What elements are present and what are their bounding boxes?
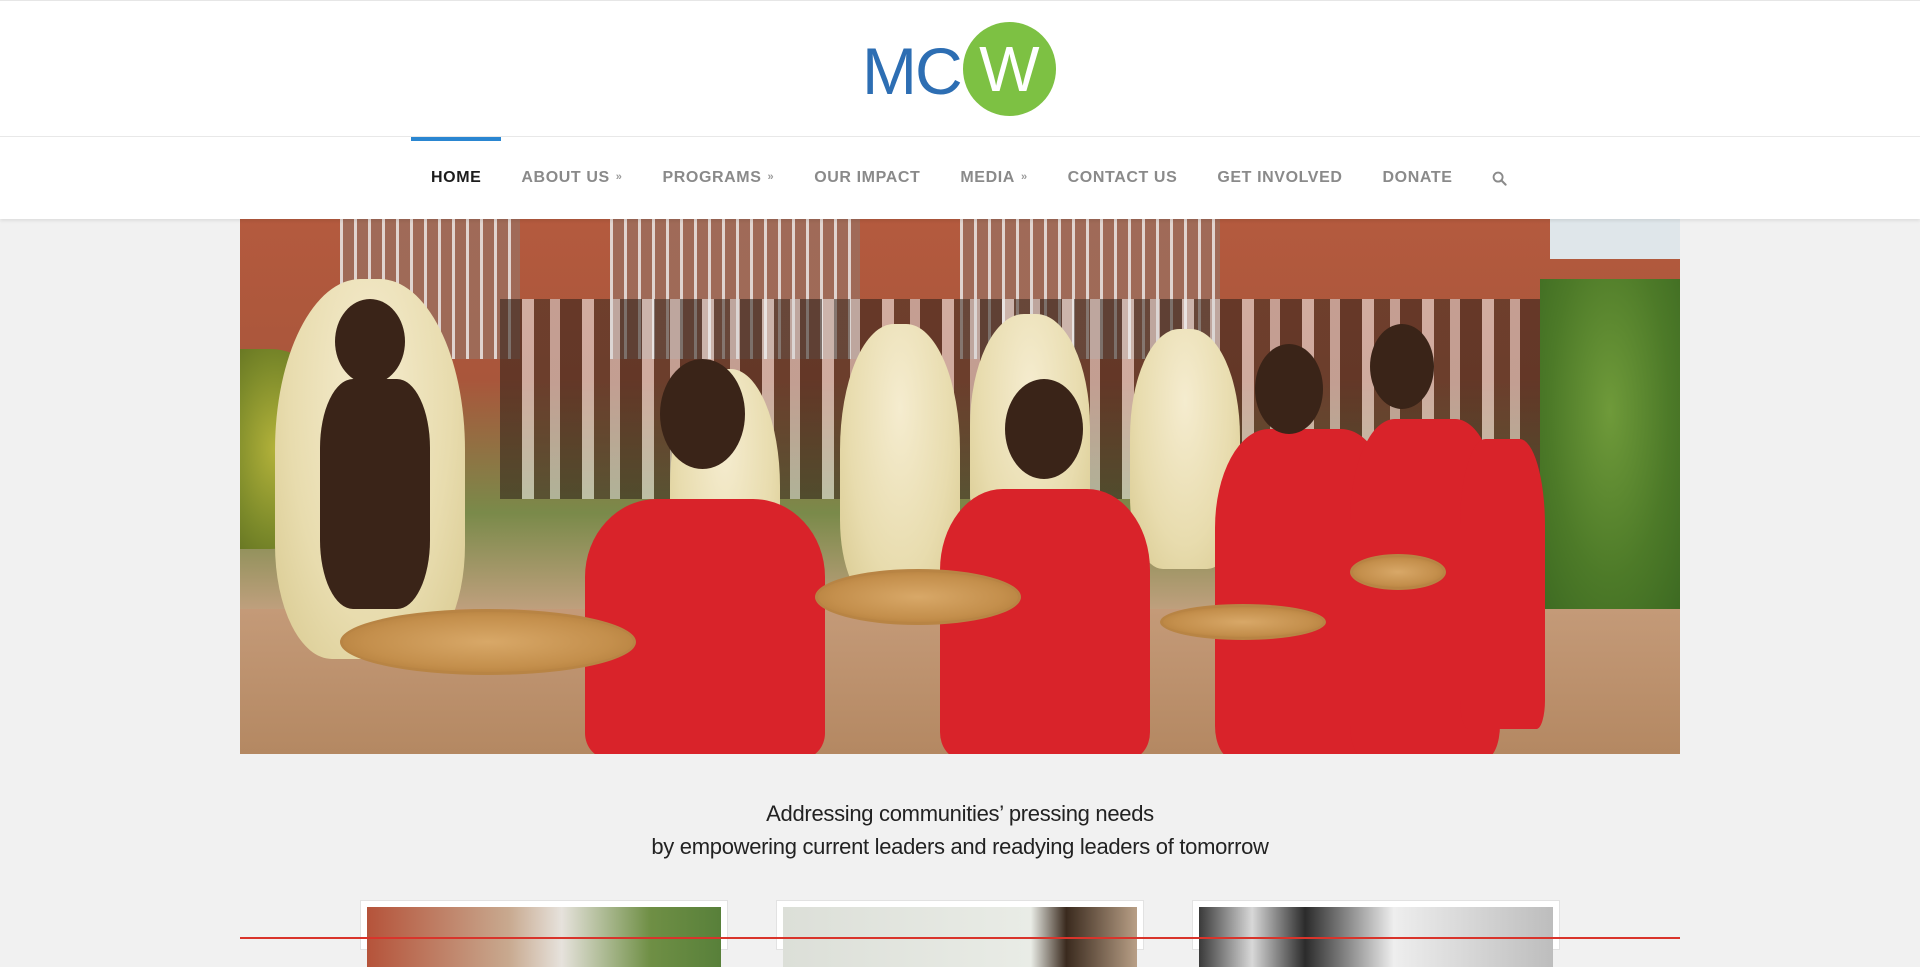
woven-basket (815, 569, 1021, 625)
nav-item-label: ABOUT US (521, 169, 610, 186)
tagline-line-2: by empowering current leaders and readyi… (651, 834, 1269, 859)
nav-item-programs[interactable]: PROGRAMS » (642, 137, 794, 219)
program-card[interactable] (360, 900, 728, 967)
nav-menu: HOME ABOUT US » PROGRAMS » OUR IMPACT ME… (411, 137, 1527, 219)
dancer-dress (585, 499, 825, 754)
tagline: Addressing communities’ pressing needs b… (0, 797, 1920, 863)
site-logo[interactable]: MC W (862, 21, 1056, 117)
nav-item-home[interactable]: HOME (411, 137, 502, 219)
dancer-face (660, 359, 745, 469)
hero-sky (1550, 219, 1680, 259)
woven-basket (1350, 554, 1446, 590)
dancer-dress (940, 489, 1150, 754)
dancer-face (1005, 379, 1083, 479)
nav-item-label: OUR IMPACT (814, 169, 921, 186)
nav-item-label: HOME (431, 169, 482, 186)
hero-image (240, 219, 1680, 754)
dancer-face (1255, 344, 1323, 434)
program-card[interactable] (1192, 900, 1560, 967)
hero-foliage (1540, 279, 1680, 609)
dancer-face (335, 299, 405, 384)
logo-w-circle: W (962, 22, 1056, 116)
dancer-face (1370, 324, 1434, 409)
woven-basket (1160, 604, 1326, 640)
nav-item-about-us[interactable]: ABOUT US » (501, 137, 642, 219)
nav-item-label: DONATE (1382, 169, 1453, 186)
site-header: MC W (0, 0, 1920, 137)
search-icon[interactable] (1472, 137, 1527, 219)
nav-item-label: PROGRAMS (662, 169, 762, 186)
nav-item-get-involved[interactable]: GET INVOLVED (1197, 137, 1362, 219)
dancer-body (320, 379, 430, 609)
nav-item-label: GET INVOLVED (1217, 169, 1343, 186)
double-chevron-down-icon: » (1020, 171, 1028, 183)
main-navigation: HOME ABOUT US » PROGRAMS » OUR IMPACT ME… (0, 137, 1920, 219)
nav-item-label: CONTACT US (1067, 169, 1178, 186)
logo-w-text: W (979, 33, 1040, 105)
search-icon-glyph (1493, 171, 1508, 186)
nav-item-label: MEDIA (960, 169, 1015, 186)
nav-item-our-impact[interactable]: OUR IMPACT (794, 137, 940, 219)
program-card[interactable] (776, 900, 1144, 967)
double-chevron-down-icon: » (615, 171, 623, 183)
nav-item-contact-us[interactable]: CONTACT US (1048, 137, 1198, 219)
woven-basket (340, 609, 636, 675)
nav-item-media[interactable]: MEDIA » (940, 137, 1047, 219)
tagline-line-1: Addressing communities’ pressing needs (766, 801, 1154, 826)
dancer-dress (1460, 439, 1545, 729)
double-chevron-down-icon: » (767, 171, 775, 183)
nav-item-donate[interactable]: DONATE (1363, 137, 1473, 219)
logo-mc-text: MC (862, 34, 963, 108)
